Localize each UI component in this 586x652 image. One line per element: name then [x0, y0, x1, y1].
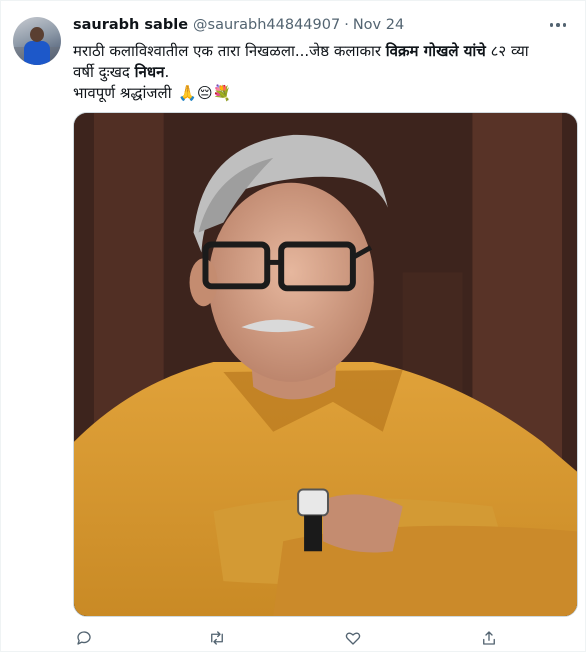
tweet-text-span: ८२ व्या: [485, 42, 529, 60]
retweet-icon[interactable]: [206, 627, 228, 649]
avatar[interactable]: [13, 17, 61, 65]
like-icon[interactable]: [342, 627, 364, 649]
tweet-photo[interactable]: [73, 112, 578, 617]
tweet-text-span: .: [164, 63, 170, 81]
avatar-figure-head: [30, 27, 44, 42]
tweet-text-span: भावपूर्ण श्रद्धांजली: [73, 84, 177, 102]
header-separator: ·: [344, 17, 349, 33]
tweet-text-bold: निधन: [134, 63, 165, 81]
tweet-text-bold: विक्रम गोखले यांचे: [385, 42, 486, 60]
author-handle[interactable]: @saurabh44844907: [193, 17, 340, 33]
tweet-text-line-3: भावपूर्ण श्रद्धांजली 🙏😔💐: [73, 83, 573, 104]
tweet-text-line-2: वर्षी दुःखद निधन.: [73, 62, 573, 83]
tweet-header: saurabh sable @saurabh44844907 · Nov 24: [73, 17, 404, 37]
author-name[interactable]: saurabh sable: [73, 17, 188, 33]
tweet-text: मराठी कलाविश्वातील एक तारा निखळला...जेष्…: [73, 41, 573, 104]
photo-portrait-illustration: [74, 113, 577, 616]
emoji-group: 🙏😔💐: [178, 84, 232, 102]
tweet-date[interactable]: Nov 24: [353, 17, 404, 33]
reply-icon[interactable]: [73, 627, 95, 649]
share-icon[interactable]: [478, 627, 500, 649]
more-options-icon[interactable]: [545, 15, 571, 35]
tweet-text-span: वर्षी दुःखद: [73, 63, 135, 81]
tweet-actions: [73, 627, 503, 649]
tweet-text-line-1: मराठी कलाविश्वातील एक तारा निखळला...जेष्…: [73, 41, 573, 62]
avatar-figure-body: [24, 41, 50, 65]
tweet-text-span: मराठी कलाविश्वातील एक तारा निखळला...जेष्…: [73, 42, 386, 60]
tweet-card[interactable]: saurabh sable @saurabh44844907 · Nov 24 …: [0, 0, 586, 652]
